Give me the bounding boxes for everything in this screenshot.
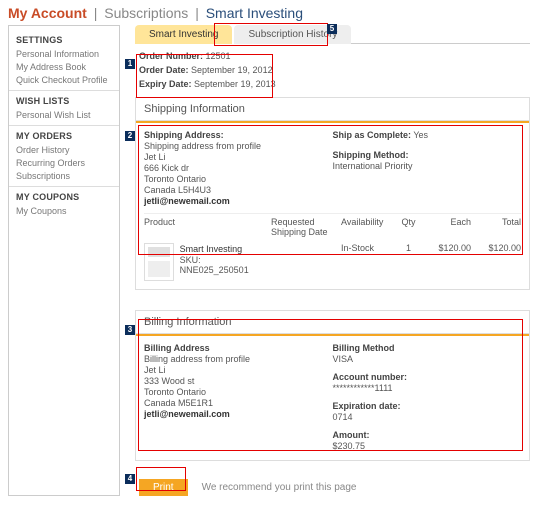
- sidebar-item-coupons[interactable]: My Coupons: [16, 206, 112, 216]
- sidebar-h-wish: WISH LISTS: [16, 96, 112, 106]
- th-qty: Qty: [396, 217, 421, 237]
- sidebar-item-recurring[interactable]: Recurring Orders: [16, 158, 112, 168]
- sidebar-h-orders: MY ORDERS: [16, 131, 112, 141]
- sidebar-item-quick-checkout[interactable]: Quick Checkout Profile: [16, 75, 112, 85]
- ship-email: jetli@newemail.com: [144, 196, 333, 206]
- ship-name: Jet Li: [144, 152, 333, 162]
- marker-1: 1: [125, 59, 135, 69]
- product-name: Smart Investing: [180, 244, 271, 254]
- footer: Print We recommend you print this page: [135, 479, 530, 496]
- bill-method-value: VISA: [333, 354, 522, 364]
- bill-acct-label: Account number:: [333, 372, 522, 382]
- billing-section: Billing Information Billing Address Bill…: [135, 310, 530, 461]
- order-num-label: Order Number:: [139, 51, 206, 61]
- th-product: Product: [144, 217, 271, 237]
- ship-addr-label: Shipping Address:: [144, 130, 333, 140]
- bill-street: 333 Wood st: [144, 376, 333, 386]
- order-summary: Order Number: 12501 Order Date: Septembe…: [139, 50, 530, 91]
- bill-postal: Canada M5E1R1: [144, 398, 333, 408]
- th-availability: Availability: [341, 217, 396, 237]
- bill-email: jetli@newemail.com: [144, 409, 333, 419]
- ship-complete-label: Ship as Complete:: [333, 130, 412, 140]
- th-total: Total: [471, 217, 521, 237]
- ship-complete-value: Yes: [413, 130, 428, 140]
- bill-method-label: Billing Method: [333, 343, 522, 353]
- product-availability: In-Stock: [341, 243, 396, 253]
- product-sku: SKU: NNE025_250501: [180, 255, 271, 275]
- ship-addr-sub: Shipping address from profile: [144, 141, 333, 151]
- ship-postal: Canada L5H4U3: [144, 185, 333, 195]
- footer-text: We recommend you print this page: [202, 482, 357, 493]
- sidebar-item-subscriptions[interactable]: Subscriptions: [16, 171, 112, 181]
- sidebar-item-order-history[interactable]: Order History: [16, 145, 112, 155]
- product-thumb-icon: [144, 243, 174, 281]
- product-qty: 1: [396, 243, 421, 253]
- bill-exp-value: 0714: [333, 412, 522, 422]
- shipping-section: Shipping Information Shipping Address: S…: [135, 97, 530, 290]
- crumb-subs[interactable]: Subscriptions: [104, 5, 188, 21]
- sidebar: SETTINGS Personal Information My Address…: [8, 25, 120, 496]
- shipping-title: Shipping Information: [136, 98, 529, 121]
- bill-acct-value: ************1111: [333, 383, 522, 393]
- sidebar-h-coupons: MY COUPONS: [16, 192, 112, 202]
- ship-method-label: Shipping Method:: [333, 150, 522, 160]
- product-total: $120.00: [471, 243, 521, 253]
- bill-addr-sub: Billing address from profile: [144, 354, 333, 364]
- sidebar-item-wishlist[interactable]: Personal Wish List: [16, 110, 112, 120]
- sidebar-item-personal-info[interactable]: Personal Information: [16, 49, 112, 59]
- main-content: Smart Investing Subscription History Ord…: [135, 25, 530, 496]
- marker-3: 3: [125, 325, 135, 335]
- print-button[interactable]: Print: [139, 479, 188, 496]
- order-date-label: Order Date:: [139, 65, 191, 75]
- marker-4: 4: [125, 474, 135, 484]
- sidebar-item-address-book[interactable]: My Address Book: [16, 62, 112, 72]
- bill-amt-label: Amount:: [333, 430, 522, 440]
- marker-2: 2: [125, 131, 135, 141]
- bill-name: Jet Li: [144, 365, 333, 375]
- breadcrumb: My Account | Subscriptions | Smart Inves…: [8, 5, 530, 21]
- product-each: $120.00: [421, 243, 471, 253]
- order-date-value: September 19, 2012: [191, 65, 273, 75]
- marker-5: 5: [327, 24, 337, 34]
- crumb-current: Smart Investing: [206, 5, 303, 21]
- bill-addr-label: Billing Address: [144, 343, 333, 353]
- order-expiry-value: September 19, 2013: [194, 79, 276, 89]
- products-header: Product Requested Shipping Date Availabi…: [144, 213, 521, 237]
- order-num-value: 12501: [206, 51, 231, 61]
- ship-street: 666 Kick dr: [144, 163, 333, 173]
- ship-city: Toronto Ontario: [144, 174, 333, 184]
- sidebar-h-settings: SETTINGS: [16, 35, 112, 45]
- th-requested: Requested Shipping Date: [271, 217, 341, 237]
- th-each: Each: [421, 217, 471, 237]
- billing-title: Billing Information: [136, 311, 529, 334]
- bill-amt-value: $230.75: [333, 441, 522, 451]
- order-expiry-label: Expiry Date:: [139, 79, 194, 89]
- product-row: Smart Investing SKU: NNE025_250501 In-St…: [144, 243, 521, 281]
- bill-exp-label: Expiration date:: [333, 401, 522, 411]
- crumb-account[interactable]: My Account: [8, 5, 87, 21]
- bill-city: Toronto Ontario: [144, 387, 333, 397]
- tab-smart-investing[interactable]: Smart Investing: [135, 25, 232, 44]
- ship-method-value: International Priority: [333, 161, 522, 171]
